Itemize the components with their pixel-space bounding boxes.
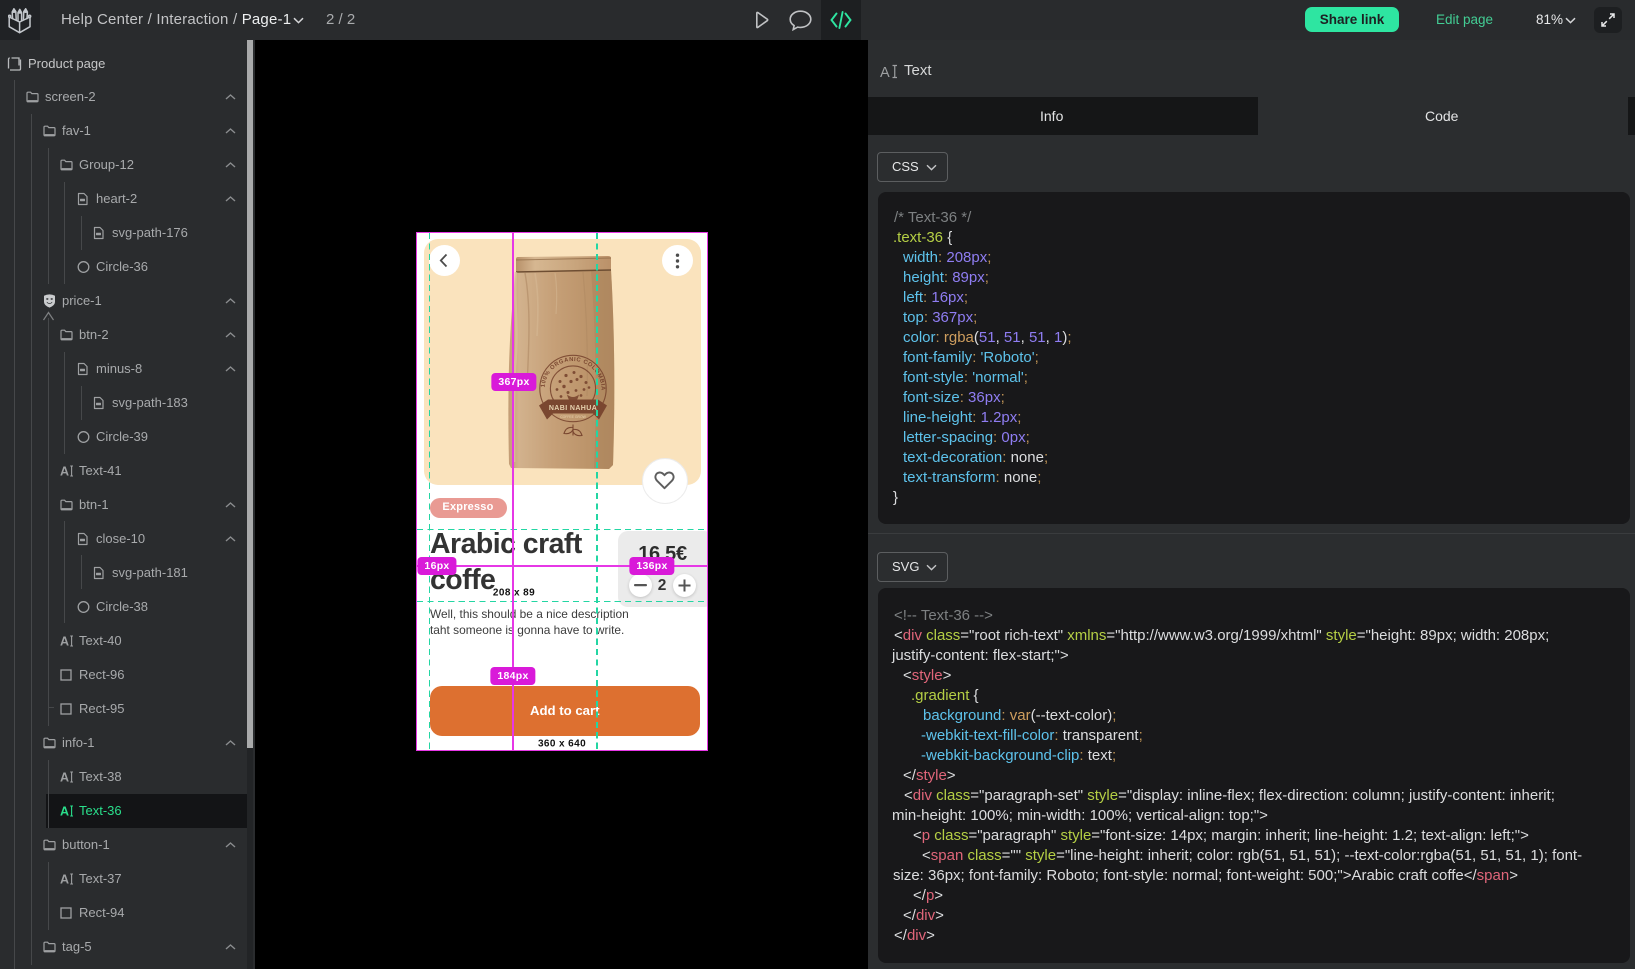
svg-text:COFFEE GROW: COFFEE GROW <box>560 415 586 419</box>
svg-text:A: A <box>60 873 69 886</box>
svg-text:A: A <box>880 65 890 79</box>
svg-text:NABI NAHUA: NABI NAHUA <box>548 405 596 412</box>
svg-text:A: A <box>60 771 69 784</box>
svg-text:A: A <box>60 635 69 648</box>
svg-text:A: A <box>60 805 69 818</box>
svg-text:A: A <box>60 465 69 478</box>
